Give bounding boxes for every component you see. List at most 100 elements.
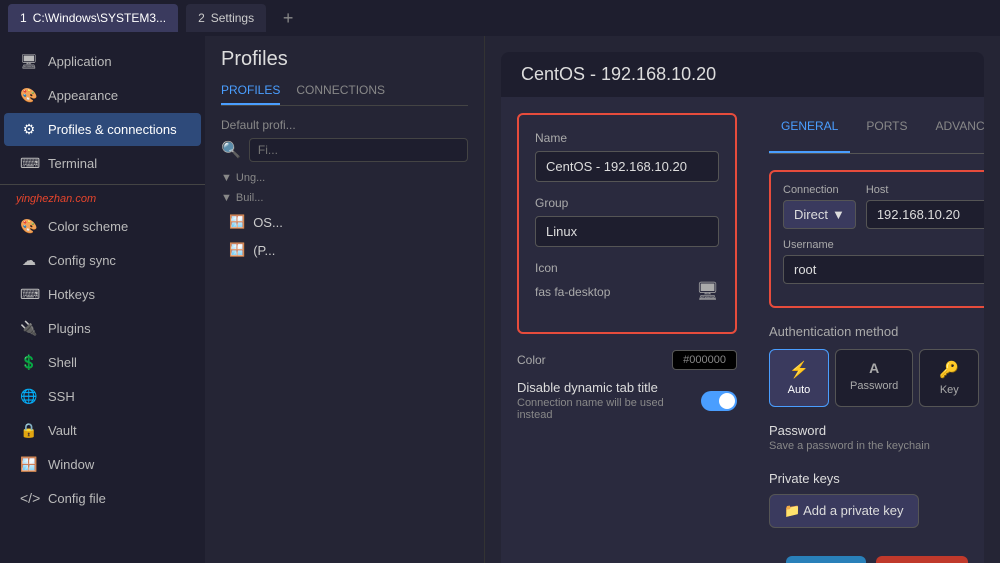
sidebar-label-ssh: SSH [48, 389, 75, 404]
toggle-wrap: Disable dynamic tab title Connection nam… [517, 380, 737, 421]
profiles-tabs: PROFILES CONNECTIONS [221, 83, 468, 106]
content-area: Profiles PROFILES CONNECTIONS Default pr… [205, 36, 1000, 563]
name-input[interactable] [535, 151, 719, 182]
sidebar-item-vault[interactable]: 🔒 Vault [4, 414, 201, 447]
connection-type-button[interactable]: Direct ▼ [783, 200, 856, 229]
name-field: Name [535, 131, 719, 182]
add-key-button[interactable]: 📁 Add a private key [769, 494, 919, 528]
config-sync-icon: ☁ [20, 252, 38, 269]
sidebar-item-appearance[interactable]: 🎨 Appearance [4, 79, 201, 112]
password-info: Password Save a password in the keychain [769, 423, 984, 452]
host-input[interactable] [866, 200, 984, 229]
group-field: Group [535, 196, 719, 247]
toggle-switch[interactable] [701, 391, 737, 411]
sidebar-label-shell: Shell [48, 355, 77, 370]
main-layout: 🖥 Application 🎨 Appearance ⚙ Profiles & … [0, 36, 1000, 563]
form-section: Name Group Icon fas fa-desktop [517, 113, 737, 334]
section-builtin: ▼ Buil... [221, 192, 468, 204]
color-swatch[interactable]: #000000 [672, 350, 737, 370]
name-label: Name [535, 131, 719, 145]
sidebar-item-shell[interactable]: 💲 Shell [4, 346, 201, 379]
sidebar-item-terminal[interactable]: ⌨ Terminal [4, 147, 201, 180]
auth-password-label: Password [850, 380, 898, 392]
auth-btn-key[interactable]: 🔑 Key [919, 349, 979, 407]
chevron-down-icon: ▼ [221, 172, 232, 184]
sidebar-label-color-scheme: Color scheme [48, 219, 128, 234]
section-ungrouped: ▼ Ung... [221, 172, 468, 184]
username-label: Username [783, 239, 984, 251]
password-row: Password Save a password in the keychain… [769, 423, 984, 455]
sidebar-item-config-file[interactable]: </> Config file [4, 482, 201, 514]
application-icon: 🖥 [20, 53, 38, 70]
group-input[interactable] [535, 216, 719, 247]
profiles-icon: ⚙ [20, 121, 38, 138]
icon-row: fas fa-desktop 🖥 [535, 281, 719, 302]
tab-connections[interactable]: CONNECTIONS [296, 83, 385, 105]
connection-label: Connection [783, 184, 856, 196]
sidebar-item-ssh[interactable]: 🌐 SSH [4, 380, 201, 413]
auth-btn-password[interactable]: A Password [835, 349, 913, 407]
config-tabs: GENERAL PORTS ADVANCED CIPHERS LOGIN SCR… [769, 113, 984, 154]
ssh-icon: 🌐 [20, 388, 38, 405]
config-section: GENERAL PORTS ADVANCED CIPHERS LOGIN SCR… [753, 97, 984, 544]
sidebar-label-window: Window [48, 457, 94, 472]
chevron-down-icon-2: ▼ [221, 192, 232, 204]
sidebar-label-plugins: Plugins [48, 321, 91, 336]
profiles-search: 🔍 [221, 138, 468, 162]
sidebar-item-profiles[interactable]: ⚙ Profiles & connections [4, 113, 201, 146]
dialog-footer: Save Cancel [501, 544, 984, 563]
sidebar-item-window[interactable]: 🪟 Window [4, 448, 201, 481]
os-icon: 🪟 [229, 214, 245, 230]
sidebar-item-application[interactable]: 🖥 Application [4, 45, 201, 78]
new-tab-button[interactable]: + [274, 4, 302, 32]
default-profile-label: Default profi... [221, 118, 468, 132]
username-input[interactable] [783, 255, 984, 284]
auto-icon: ⚡ [789, 360, 809, 380]
color-row: Color #000000 [517, 350, 737, 370]
dialog-body: Name Group Icon fas fa-desktop [501, 97, 984, 544]
auth-section-title: Authentication method [769, 324, 984, 339]
sidebar-label-hotkeys: Hotkeys [48, 287, 95, 302]
tab-profiles[interactable]: PROFILES [221, 83, 280, 105]
sidebar-label-appearance: Appearance [48, 88, 118, 103]
appearance-icon: 🎨 [20, 87, 38, 104]
tab2-number: 2 [198, 11, 205, 25]
tab-ports[interactable]: PORTS [854, 113, 919, 153]
sidebar-item-color-scheme[interactable]: 🎨 Color scheme [4, 210, 201, 243]
toggle-row: Disable dynamic tab title Connection nam… [517, 380, 737, 421]
profiles-title: Profiles [221, 48, 468, 71]
dialog-title: CentOS - 192.168.10.20 [501, 52, 984, 97]
cancel-button[interactable]: Cancel [876, 556, 968, 563]
dialog-area: CentOS - 192.168.10.20 Name Group [485, 36, 1000, 563]
tab-advanced[interactable]: ADVANCED [923, 113, 984, 153]
desktop-icon: 🖥 [696, 281, 719, 302]
conn-user-row: Username [783, 239, 984, 284]
watermark: yinghezhan.com [0, 189, 205, 209]
color-label: Color [517, 353, 546, 367]
sidebar-label-application: Application [48, 54, 112, 69]
sidebar-item-plugins[interactable]: 🔌 Plugins [4, 312, 201, 345]
tab-terminal[interactable]: 1 C:\Windows\SYSTEM3... [8, 4, 178, 32]
password-subtitle: Save a password in the keychain [769, 440, 984, 452]
icon-field: Icon fas fa-desktop 🖥 [535, 261, 719, 302]
search-input[interactable] [249, 138, 468, 162]
profile-item-p[interactable]: 🪟 (P... [221, 236, 468, 264]
conn-top-row: Connection Direct ▼ Host [783, 184, 984, 229]
hotkeys-icon: ⌨ [20, 286, 38, 303]
sidebar-item-hotkeys[interactable]: ⌨ Hotkeys [4, 278, 201, 311]
private-keys-title: Private keys [769, 471, 984, 486]
tab-general[interactable]: GENERAL [769, 113, 850, 153]
profile-item-os[interactable]: 🪟 OS... [221, 208, 468, 236]
host-label: Host [866, 184, 984, 196]
auth-methods: ⚡ Auto A Password 🔑 Key [769, 349, 984, 407]
toggle-sub: Connection name will be used instead [517, 397, 701, 421]
sidebar-label-profiles: Profiles & connections [48, 122, 177, 137]
tab1-number: 1 [20, 11, 27, 25]
save-button[interactable]: Save [786, 556, 866, 563]
private-keys-section: Private keys 📁 Add a private key [769, 471, 984, 528]
sidebar-item-config-sync[interactable]: ☁ Config sync [4, 244, 201, 277]
tab-settings[interactable]: 2 Settings [186, 4, 266, 32]
auth-btn-auto[interactable]: ⚡ Auto [769, 349, 829, 407]
icon-value: fas fa-desktop [535, 285, 610, 299]
password-title: Password [769, 423, 984, 438]
